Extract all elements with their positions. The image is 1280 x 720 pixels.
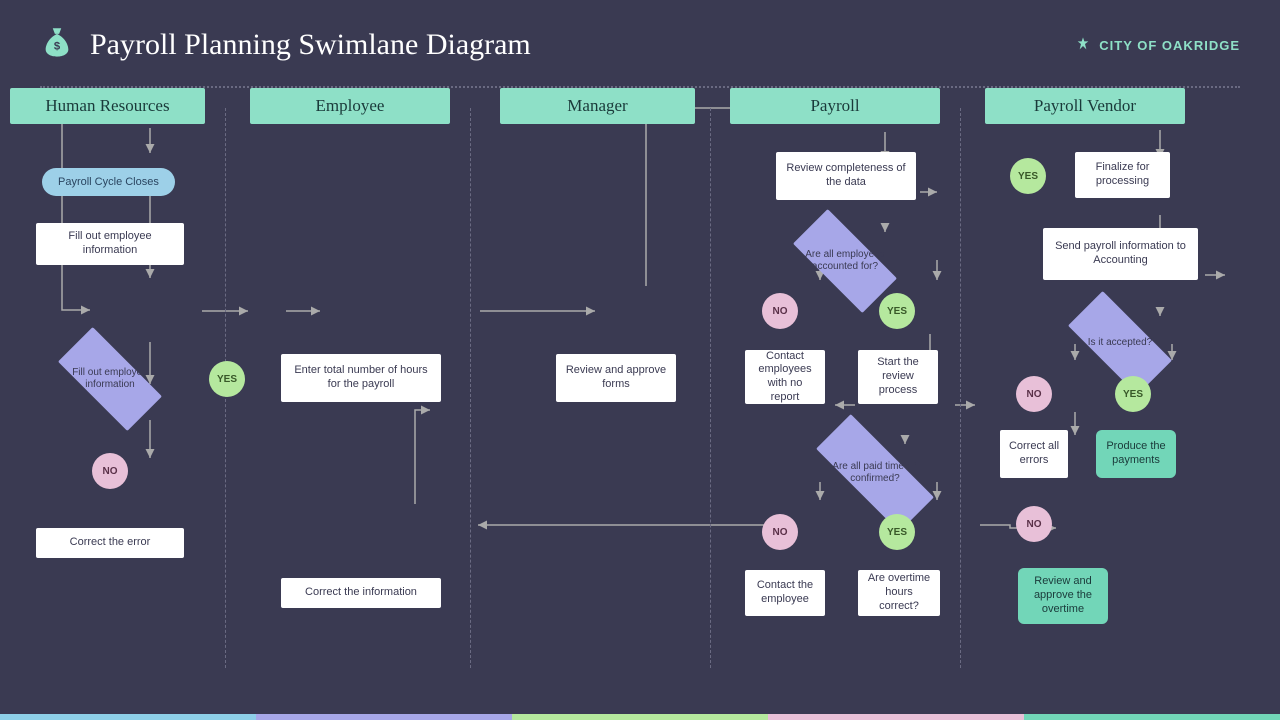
vendor-d1-no-circle: NO	[1016, 376, 1052, 412]
vendor-review-ot-box: Review and approve the overtime	[1018, 568, 1108, 624]
hr-no-circle: NO	[92, 453, 128, 489]
payroll-contact-box: Contact employees with no report	[745, 350, 825, 404]
lane-header-vendor: Payroll Vendor	[985, 88, 1185, 124]
vendor-no2-circle: NO	[1016, 506, 1052, 542]
vendor-produce-box: Produce the payments	[1096, 430, 1176, 478]
payroll-d2-diamond: Are all paid time off confirmed?	[815, 438, 935, 508]
vendor-finalize-box: Finalize for processing	[1075, 152, 1170, 198]
lane-header-manager: Manager	[500, 88, 695, 124]
lane-header-hr: Human Resources	[10, 88, 205, 124]
vendor-d1-diamond: Is it accepted?	[1070, 308, 1170, 378]
swimlane-container: Human Resources Employee Manager Payroll…	[0, 88, 1280, 668]
manager-review-box: Review and approve forms	[556, 354, 676, 402]
city-badge: CITY OF OAKRIDGE	[1075, 36, 1240, 55]
lane-divider	[470, 108, 471, 668]
hr-fill-box: Fill out employee information	[36, 223, 184, 265]
hr-start-pill: Payroll Cycle Closes	[42, 168, 175, 196]
lane-header-employee: Employee	[250, 88, 450, 124]
bottom-color-stripe	[0, 714, 1280, 720]
payroll-d2-no-circle: NO	[762, 514, 798, 550]
page-title: Payroll Planning Swimlane Diagram	[90, 28, 531, 62]
vendor-yes-circle: YES	[1010, 158, 1046, 194]
city-label: CITY OF OAKRIDGE	[1099, 38, 1240, 53]
svg-text:$: $	[54, 41, 61, 53]
payroll-d1-yes-circle: YES	[879, 293, 915, 329]
hr-yes-circle: YES	[209, 361, 245, 397]
payroll-review-box: Review completeness of the data	[776, 152, 916, 200]
payroll-d1-diamond: Are all employees accounted for?	[795, 226, 895, 296]
money-bag-icon: $	[40, 24, 74, 66]
payroll-d1-no-circle: NO	[762, 293, 798, 329]
payroll-start-box: Start the review process	[858, 350, 938, 404]
vendor-correct-box: Correct all errors	[1000, 430, 1068, 478]
payroll-d2-yes-circle: YES	[879, 514, 915, 550]
hr-decision-diamond: Fill out employee information	[60, 344, 160, 414]
employee-correct-box: Correct the information	[281, 578, 441, 608]
lane-divider	[710, 108, 711, 668]
lane-header-payroll: Payroll	[730, 88, 940, 124]
header: $ Payroll Planning Swimlane Diagram CITY…	[0, 0, 1280, 70]
hr-correct-box: Correct the error	[36, 528, 184, 558]
payroll-overtime-box: Are overtime hours correct?	[858, 570, 940, 616]
leaf-icon	[1075, 36, 1091, 55]
vendor-send-box: Send payroll information to Accounting	[1043, 228, 1198, 280]
lane-divider	[960, 108, 961, 668]
vendor-d1-yes-circle: YES	[1115, 376, 1151, 412]
payroll-contact2-box: Contact the employee	[745, 570, 825, 616]
employee-hours-box: Enter total number of hours for the payr…	[281, 354, 441, 402]
